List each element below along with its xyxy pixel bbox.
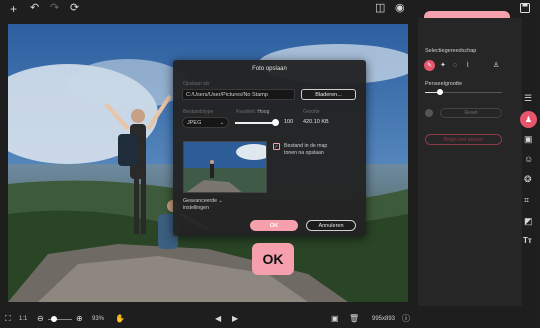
zoom-slider-handle[interactable] — [51, 316, 57, 322]
plus-icon[interactable]: + — [10, 3, 17, 15]
start-erase-button[interactable]: Begin met wissen — [425, 134, 502, 145]
text-tool-icon[interactable]: Tт — [523, 237, 532, 245]
preview-thumbnail — [183, 141, 267, 193]
trash-icon[interactable]: 🗑 — [349, 315, 359, 323]
save-path-field[interactable]: C:/Users/User/Pictures/No Stamp — [182, 89, 295, 100]
advanced-label-line-1: Geavanceerde — [183, 198, 218, 204]
show-in-folder-label: Bestand in de map tonen na opslaan — [284, 143, 327, 157]
chevron-down-icon: ⌄ — [219, 119, 224, 126]
brush-tool-icon[interactable]: ✎ — [424, 60, 435, 71]
quality-level: Hoog — [257, 109, 270, 115]
zoom-value: 93% — [92, 316, 105, 322]
fit-screen-icon[interactable]: ⛶ — [5, 315, 11, 323]
cancel-button[interactable]: Annuleren — [306, 220, 356, 231]
previous-image-icon[interactable]: ◀ — [215, 315, 221, 323]
size-label: Grootte — [303, 109, 320, 115]
zoom-out-icon[interactable]: ⊖ — [37, 315, 44, 323]
adjust-sliders-icon[interactable]: ☰ — [524, 94, 532, 103]
undo-icon[interactable]: ↶ — [30, 3, 39, 14]
eye-icon[interactable]: ◉ — [395, 3, 405, 14]
zoom-in-icon[interactable]: ⊕ — [76, 315, 83, 323]
emoji-icon[interactable]: ☺ — [524, 155, 533, 164]
file-type-label: Bestandstype — [183, 109, 214, 115]
chevron-down-icon: ⌄ — [218, 198, 223, 204]
advanced-label-line-2: instellingen — [183, 205, 209, 211]
tool-rail: ☰ ♟ ▣ ☺ ❂ ⌗ ◩ Tт — [519, 80, 540, 260]
color-circles-icon[interactable]: ❂ — [524, 175, 532, 184]
reset-button[interactable]: Reset — [440, 108, 502, 118]
next-image-icon[interactable]: ▶ — [232, 315, 238, 323]
ok-button[interactable]: OK — [250, 220, 298, 231]
eraser-icon[interactable]: ♙ — [493, 62, 499, 69]
file-type-select[interactable]: JPEG ⌄ — [182, 117, 229, 128]
quality-value: 100 — [284, 119, 294, 125]
frame-icon[interactable]: ◩ — [524, 217, 533, 226]
brush-size-label: Penseelgrootte — [425, 81, 462, 87]
lasso-icon[interactable]: ◌ — [453, 62, 457, 69]
magic-wand-icon[interactable]: ✦ — [440, 62, 446, 69]
quality-slider-handle[interactable] — [271, 119, 279, 126]
quality-label: Kwaliteit: Hoog — [236, 109, 269, 115]
floppy-icon[interactable] — [520, 3, 530, 13]
polygon-lasso-icon[interactable]: ⌇ — [466, 62, 469, 69]
selection-tool-label: Selectiegereedschap — [425, 48, 477, 54]
advanced-settings-toggle[interactable]: Geavanceerde ⌄ instellingen — [183, 198, 223, 212]
size-value: 420.10 KB — [303, 119, 329, 125]
save-in-label: Opslaan als — [183, 81, 210, 87]
ok-callout: OK — [252, 243, 294, 275]
ratio-label[interactable]: 1:1 — [19, 316, 27, 322]
app-window: + ↶ ↷ ⟳ ◫ ◉ Foto opslaan Opslaan als C:/… — [0, 0, 540, 328]
file-type-value: JPEG — [187, 119, 202, 126]
dialog-title: Foto opslaan — [252, 66, 287, 72]
tool-settings-panel: Selectiegereedschap ✎ ✦ ◌ ⌇ ♙ Penseelgro… — [418, 18, 522, 306]
browse-button[interactable]: Bladeren... — [301, 89, 356, 100]
quality-label-text: Kwaliteit: — [236, 109, 257, 115]
image-dimensions: 995x893 — [372, 316, 396, 322]
crop-icon[interactable]: ⌗ — [524, 196, 529, 205]
brush-size-slider-handle[interactable] — [437, 89, 444, 95]
hand-tool-icon[interactable]: ✋ — [115, 315, 125, 323]
redo-icon[interactable]: ↷ — [50, 3, 59, 14]
quality-slider-track[interactable] — [235, 122, 275, 124]
checkbox-label-line-1: Bestand in de map — [284, 143, 328, 149]
compare-icon[interactable]: ◫ — [375, 3, 385, 14]
info-icon[interactable]: ⓘ — [402, 315, 410, 323]
reset-icon[interactable]: ⟳ — [70, 3, 79, 14]
image-info-icon[interactable]: ▣ — [331, 315, 339, 323]
portrait-tool-icon[interactable]: ♟ — [520, 111, 537, 128]
mode-toggle-icon[interactable] — [425, 109, 433, 117]
image-icon[interactable]: ▣ — [524, 135, 533, 144]
bottom-bar: ⛶ 1:1 ⊖ ⊕ 93% ✋ ◀ ▶ ▣ 🗑 995x893 ⓘ — [0, 310, 540, 328]
checkbox-label-line-2: tonen na opslaan — [284, 150, 324, 156]
show-in-folder-checkbox[interactable]: ✓ — [273, 143, 280, 150]
save-photo-dialog: Foto opslaan Opslaan als C:/Users/User/P… — [173, 60, 366, 236]
